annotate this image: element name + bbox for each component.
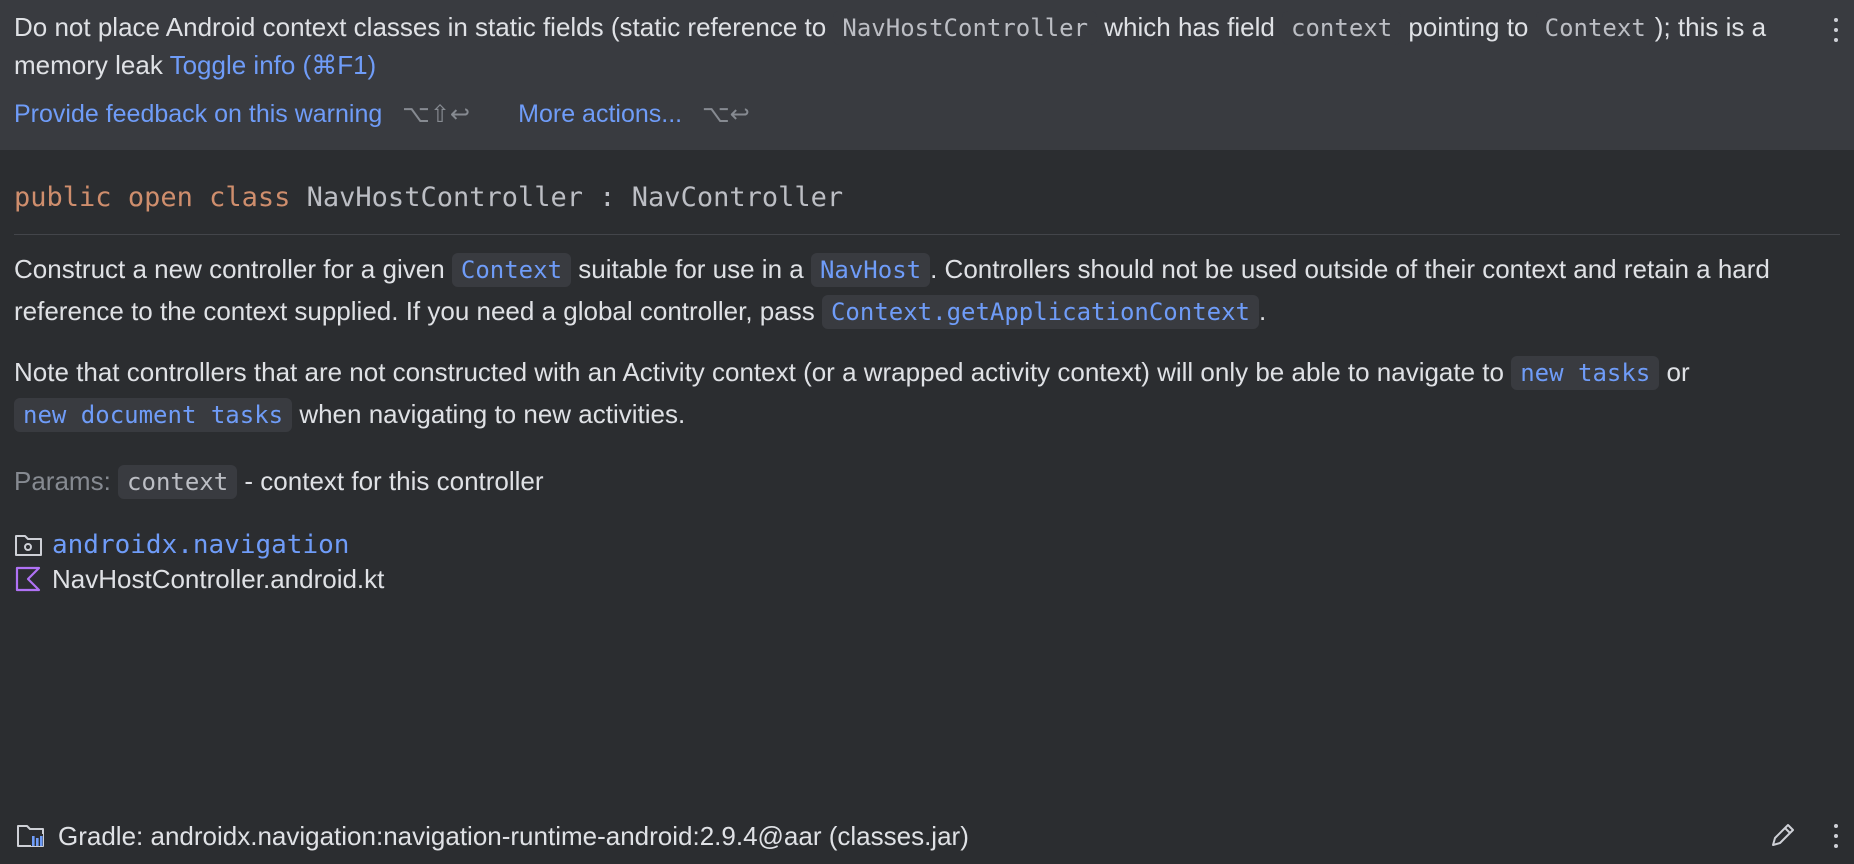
divider [14,234,1840,235]
doc-text: Construct a new controller for a given [14,254,452,284]
code-chip: Context [1535,11,1655,45]
kotlin-file-icon [15,566,41,592]
doc-text: Note that controllers that are not const… [14,357,1512,387]
doc-text: when navigating to new activities. [292,399,686,429]
library-folder-icon [17,825,44,847]
pencil-edit-icon[interactable] [1768,820,1798,850]
library-label: Gradle: androidx.navigation:navigation-r… [58,820,969,851]
toggle-info-link[interactable]: Toggle info (⌘F1) [170,50,377,80]
param-name: context [118,465,238,499]
keyword-public: public [14,182,112,213]
new-document-tasks-link[interactable]: new document tasks [14,398,293,432]
doc-paragraph-1: Construct a new controller for a given C… [14,248,1834,332]
package-link[interactable]: androidx.navigation [52,530,349,560]
inspection-warning-banner: Do not place Android context classes in … [0,0,1854,150]
doc-text: . [1259,296,1267,326]
warning-actions: Provide feedback on this warning ⌥⇧↩ More … [14,95,750,135]
keyword-class: class [209,182,291,213]
warning-text-part: which has field [1097,12,1283,42]
more-actions-shortcut: ⌥↩ [702,101,750,128]
doc-text: or [1659,357,1690,387]
code-chip: context [1282,11,1402,45]
params-section: Params: context - context for this contr… [14,460,544,502]
package-row: androidx.navigation [14,526,349,564]
kebab-menu-icon[interactable] [1826,818,1846,854]
folder-package-icon [15,535,42,556]
navhost-link[interactable]: NavHost [810,253,931,287]
more-actions-link[interactable]: More actions... [518,100,682,128]
doc-paragraph-2: Note that controllers that are not const… [14,351,1834,435]
new-tasks-link[interactable]: new tasks [1511,356,1660,390]
doc-text: suitable for use in a [571,254,811,284]
declaration-signature: public open class NavHostController : Na… [14,178,843,218]
feedback-shortcut: ⌥⇧↩ [402,101,471,128]
warning-text-part: pointing to [1401,12,1536,42]
context-link[interactable]: Context [451,253,572,287]
footer-bar: Gradle: androidx.navigation:navigation-r… [0,808,1854,864]
code-chip: NavHostController [833,11,1098,45]
params-label: Params: [14,466,111,496]
file-name: NavHostController.android.kt [52,563,385,594]
file-row: NavHostController.android.kt [14,561,384,597]
warning-text-part: Do not place Android context classes in … [14,12,834,42]
get-application-context-link[interactable]: Context.getApplicationContext [821,295,1259,329]
type-separator: : [599,182,616,213]
library-row: Gradle: androidx.navigation:navigation-r… [16,808,969,864]
param-description: - context for this controller [237,466,544,496]
super-class: NavController [631,182,844,213]
provide-feedback-link[interactable]: Provide feedback on this warning [14,100,382,128]
kebab-menu-icon[interactable] [1826,12,1846,48]
keyword-open: open [127,182,193,213]
class-name: NavHostController [306,182,583,213]
warning-message: Do not place Android context classes in … [14,8,1794,84]
